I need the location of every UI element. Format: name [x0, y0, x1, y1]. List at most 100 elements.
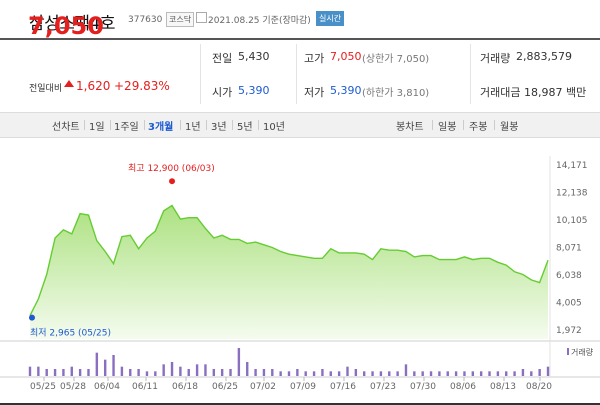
volume-label: 거래량	[480, 52, 511, 65]
y-tick-label: 8,071	[556, 244, 582, 254]
volume-bar	[162, 364, 165, 376]
tab-line-chart[interactable]: 선차트	[52, 118, 80, 133]
tab-daily[interactable]: 일봉	[438, 118, 456, 133]
base-date: 2021.08.25 기준(장마감)	[208, 16, 311, 26]
volume-bar	[396, 371, 399, 376]
volume-bar	[237, 348, 241, 376]
y-tick-label: 10,105	[556, 216, 588, 226]
tab-1w[interactable]: 1주일	[114, 118, 139, 133]
volume-bar	[354, 369, 358, 376]
max-label: 최고 12,900 (06/03)	[128, 163, 215, 174]
volume-bar	[179, 366, 182, 376]
volume-bar	[413, 371, 416, 376]
volume-bar	[471, 371, 475, 376]
divider	[296, 44, 297, 104]
x-tick-label: 06/18	[172, 382, 198, 392]
x-tick-label: 05/28	[60, 382, 86, 392]
volume-bar	[129, 369, 132, 376]
tab-3y[interactable]: 3년	[211, 118, 227, 133]
divider	[84, 120, 85, 130]
volume-bar	[438, 371, 441, 376]
y-tick-label: 14,171	[556, 161, 588, 171]
volume-bar	[271, 369, 274, 376]
volume-bar	[204, 364, 207, 376]
volume-bar	[362, 371, 366, 376]
prev-close-label: 전일	[212, 52, 233, 65]
min-marker	[29, 314, 35, 321]
divider	[200, 44, 201, 104]
volume-bar	[262, 369, 266, 376]
volume-legend-swatch	[567, 348, 569, 355]
divider	[232, 120, 233, 130]
upper-limit: (상한가 7,050)	[362, 54, 430, 65]
min-label: 최저 2,965 (05/25)	[30, 328, 111, 339]
volume-bar	[170, 362, 174, 376]
y-tick-label: 6,038	[556, 271, 582, 281]
x-tick-label: 07/16	[330, 382, 356, 392]
lower-limit: (하한가 3,810)	[362, 88, 430, 99]
volume-bar	[154, 371, 157, 376]
volume-bar	[145, 371, 149, 376]
tab-1y[interactable]: 1년	[185, 118, 201, 133]
volume-bar	[321, 369, 324, 376]
x-tick-label: 06/04	[94, 382, 120, 392]
volume-bar	[530, 371, 533, 376]
tab-3m[interactable]: 3개월	[148, 118, 173, 133]
high-value: 7,050	[330, 50, 362, 63]
divider	[463, 120, 464, 130]
period-tab-bar: 선차트 1일 1주일 3개월 1년 3년 5년 10년 봉차트 일봉 주봉 월봉	[0, 112, 600, 138]
x-tick-label: 08/20	[526, 382, 552, 392]
x-tick-label: 07/09	[290, 382, 316, 392]
low-value: 5,390	[330, 84, 362, 97]
max-marker	[169, 178, 176, 185]
volume-bar	[329, 371, 332, 376]
volume-bar	[505, 371, 508, 376]
low-label: 저가	[304, 86, 325, 99]
x-tick-label: 07/30	[410, 382, 436, 392]
volume-bar	[137, 369, 140, 376]
up-arrow-icon	[64, 80, 74, 87]
volume-bar	[488, 371, 491, 376]
amount-label: 거래대금	[480, 86, 521, 99]
tab-candle-chart[interactable]: 봉차트	[396, 118, 424, 133]
volume-bar	[429, 371, 433, 376]
tab-5y[interactable]: 5년	[237, 118, 253, 133]
divider	[470, 44, 471, 104]
volume-bar	[87, 369, 90, 376]
tab-10y[interactable]: 10년	[263, 118, 285, 133]
y-tick-label: 4,005	[556, 299, 582, 309]
volume-bar	[454, 371, 458, 376]
volume-bar	[62, 369, 65, 376]
volume-bar	[28, 366, 32, 376]
volume-bar	[371, 371, 374, 376]
volume-bar	[513, 371, 516, 376]
volume-bar	[404, 364, 408, 376]
tab-1d[interactable]: 1일	[89, 118, 105, 133]
x-tick-label: 07/02	[250, 382, 276, 392]
volume-legend-label: 거래량	[571, 347, 594, 357]
open-label: 시가	[212, 86, 233, 99]
volume-bar	[538, 369, 541, 376]
x-tick-label: 06/11	[132, 382, 158, 392]
volume-bar	[346, 366, 349, 376]
x-tick-label: 07/23	[370, 382, 396, 392]
volume-bar	[53, 369, 57, 376]
volume-bar	[187, 369, 190, 376]
volume-bar	[220, 369, 224, 376]
tab-weekly[interactable]: 주봉	[469, 118, 487, 133]
volume-bar	[521, 369, 525, 376]
market-badge: 코스닥	[166, 12, 195, 27]
volume-value: 2,883,579	[516, 50, 572, 63]
divider	[258, 120, 259, 130]
stock-code: 377630	[128, 15, 163, 25]
price-chart[interactable]: 14,171 12,138 10,105 8,071 6,038 4,005 1,972 최고…	[0, 136, 600, 403]
amount-value: 18,987 백만	[524, 86, 587, 99]
realtime-button[interactable]: 실시간	[316, 11, 345, 26]
tab-monthly[interactable]: 월봉	[500, 118, 518, 133]
volume-bar	[304, 371, 307, 376]
x-tick-label: 08/13	[490, 382, 516, 392]
x-tick-label: 08/06	[450, 382, 476, 392]
volume-bar	[229, 369, 232, 376]
high-label: 고가	[304, 52, 325, 65]
price-area	[30, 205, 548, 339]
